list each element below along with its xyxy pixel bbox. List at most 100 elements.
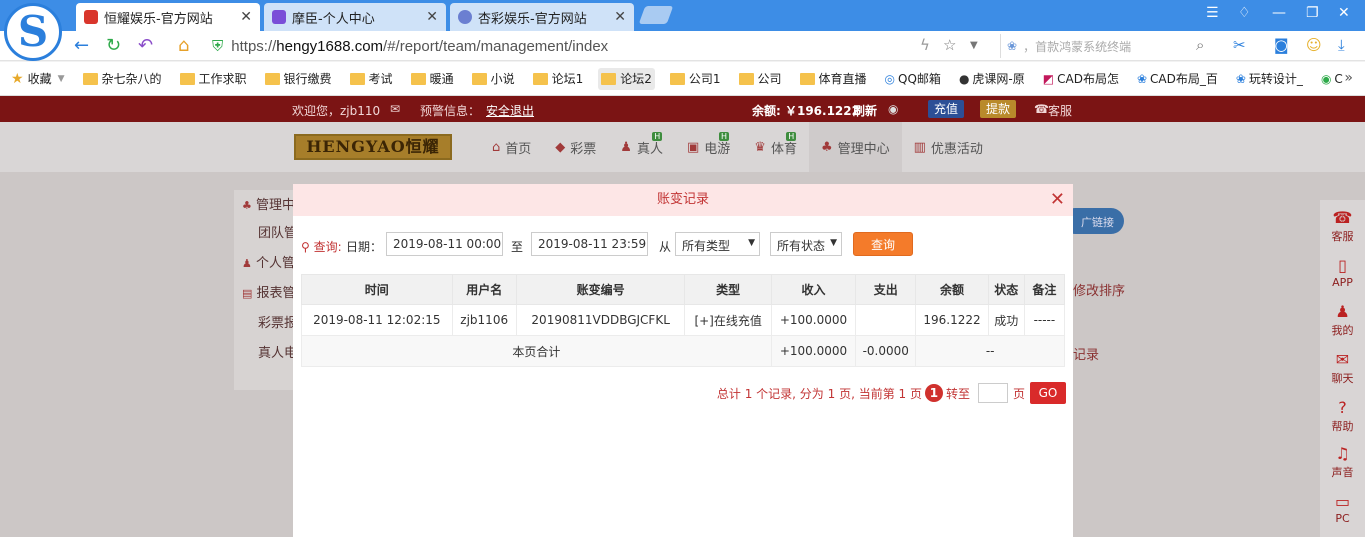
bookmark-folder[interactable]: 工作求职 xyxy=(177,68,250,90)
nav-sports[interactable]: ♛ 体育 H xyxy=(742,122,809,172)
sidebar-item-lottery-report[interactable]: 彩票报 xyxy=(258,312,297,331)
record-link[interactable]: 记录 xyxy=(1073,344,1099,363)
tab-mochen[interactable]: 摩臣-个人中心 ✕ xyxy=(264,3,446,31)
home-icon[interactable]: ⌂ xyxy=(178,35,189,56)
live-icon: ♟ xyxy=(620,139,632,155)
date-to-input[interactable]: 2019-08-11 23:59 xyxy=(531,232,648,256)
rightbar-help[interactable]: ? 帮助 xyxy=(1320,398,1365,434)
page-number-input[interactable] xyxy=(977,383,1008,403)
screenshot-icon[interactable]: ◙ xyxy=(1274,36,1289,54)
summary-expense: -0.0000 xyxy=(855,335,917,367)
search-icon[interactable]: ⌕ xyxy=(1196,36,1204,54)
bookmark-folder[interactable]: 论坛1 xyxy=(530,68,587,90)
withdraw-button[interactable]: 提款 xyxy=(980,100,1017,118)
logout-link[interactable]: 安全退出 xyxy=(486,102,534,119)
reload-icon[interactable]: ↻ xyxy=(106,35,121,56)
folder-icon xyxy=(738,72,754,85)
nav-management[interactable]: ♣ 管理中心 xyxy=(808,122,902,172)
sidebar-item-management[interactable]: ♣ 管理中 xyxy=(242,194,295,213)
status-select[interactable]: 所有状态 ▼ xyxy=(770,232,842,256)
rightbar-service[interactable]: ☎ 客服 xyxy=(1320,208,1365,244)
rightbar-app[interactable]: ▯ APP xyxy=(1320,256,1365,289)
bookmark-folder[interactable]: 公司1 xyxy=(667,68,724,90)
sound-icon: ♫ xyxy=(1335,444,1350,463)
sidebar-item-team[interactable]: 团队管 xyxy=(258,222,297,241)
qq-icon: ◎ xyxy=(884,71,896,86)
tab-title: 摩臣-个人中心 xyxy=(292,11,375,27)
new-tab-button[interactable] xyxy=(638,6,674,24)
bookmark-folder[interactable]: 公司 xyxy=(736,68,785,90)
tab-close-icon[interactable]: ✕ xyxy=(240,9,252,25)
recharge-button[interactable]: 充值 xyxy=(928,100,965,118)
sidebar-item-personal[interactable]: ♟ 个人管 xyxy=(242,252,295,271)
nav-promotions[interactable]: ▥ 优惠活动 xyxy=(902,122,995,172)
go-button[interactable]: GO xyxy=(1030,382,1066,404)
folder-icon xyxy=(532,72,548,85)
url-field[interactable]: ⛨ https://hengy1688.com/#/report/team/ma… xyxy=(212,34,992,58)
bookmark-star-icon[interactable]: ☆ xyxy=(943,36,956,54)
undo-icon[interactable]: ↶ xyxy=(138,35,153,56)
rightbar-chat[interactable]: ✉ 聊天 xyxy=(1320,350,1365,386)
browser-logo-icon[interactable]: S xyxy=(4,3,62,61)
mail-icon[interactable]: ✉ xyxy=(390,102,400,116)
col-user: 用户名 xyxy=(451,274,517,305)
menu-icon[interactable]: ☰ xyxy=(1206,5,1219,21)
type-select[interactable]: 所有类型 ▼ xyxy=(675,232,760,256)
rightbar-pc[interactable]: ▭ PC xyxy=(1320,492,1365,525)
refresh-link[interactable]: 刷新 xyxy=(853,102,877,119)
current-page-badge[interactable]: 1 xyxy=(924,384,943,402)
more-bookmarks-icon[interactable]: » xyxy=(1344,70,1353,86)
folder-icon xyxy=(799,72,815,85)
service-link[interactable]: 客服 xyxy=(1048,102,1072,119)
more-apps-icon[interactable]: ☺ xyxy=(1306,36,1322,54)
bookmark-design[interactable]: ❀ 玩转设计_ xyxy=(1233,68,1306,90)
bookmark-qqmail[interactable]: ◎ QQ邮箱 xyxy=(882,68,944,90)
scissors-icon[interactable]: ✂ xyxy=(1233,36,1246,54)
bookmark-folder[interactable]: 暖通 xyxy=(408,68,457,90)
nav-lottery[interactable]: ◆ 彩票 xyxy=(543,122,608,172)
back-icon[interactable]: ← xyxy=(74,35,89,56)
nav-live[interactable]: ♟ 真人 H xyxy=(608,122,675,172)
bookmark-folder[interactable]: 小说 xyxy=(469,68,518,90)
restore-icon[interactable]: ❐ xyxy=(1306,5,1319,21)
phone-icon: ▯ xyxy=(1338,256,1347,275)
close-icon[interactable]: ✕ xyxy=(1050,184,1065,216)
summary-row: 本页合计 +100.0000 -0.0000 -- xyxy=(301,335,1065,367)
bookmark-cad[interactable]: ◩ CAD布局怎 xyxy=(1040,68,1122,90)
lightning-icon[interactable]: ϟ xyxy=(920,36,930,54)
pagination: 总计 1 个记录, 分为 1 页, 当前第 1 页 1 转至 页 GO xyxy=(717,382,1066,404)
date-from-input[interactable]: 2019-08-11 00:00 xyxy=(386,232,503,256)
bookmark-folder[interactable]: 银行缴费 xyxy=(262,68,335,90)
download-icon[interactable]: ⤓ xyxy=(1338,36,1345,54)
bookmark-favorites[interactable]: ★ 收藏 ▼ xyxy=(8,68,68,90)
site-favicon-icon xyxy=(84,10,98,24)
bookmark-folder[interactable]: 考试 xyxy=(347,68,396,90)
bookmark-cad-baidu[interactable]: ❀ CAD布局_百 xyxy=(1134,68,1221,90)
bookmark-hukewang[interactable]: ● 虎课网-原 xyxy=(956,68,1028,90)
tab-hengyao[interactable]: 恒耀娱乐-官方网站 ✕ xyxy=(76,3,260,31)
tab-xingcai[interactable]: 杏彩娱乐-官方网站 ✕ xyxy=(450,3,634,31)
chevron-down-icon[interactable]: ▼ xyxy=(970,40,978,51)
bookmark-c[interactable]: ◉ C xyxy=(1318,68,1346,90)
bookmark-folder[interactable]: 论坛2 xyxy=(598,67,655,90)
query-button[interactable]: 查询 xyxy=(853,232,913,256)
tab-close-icon[interactable]: ✕ xyxy=(614,9,626,25)
minimize-icon[interactable]: — xyxy=(1272,5,1286,21)
rightbar-sound[interactable]: ♫ 声音 xyxy=(1320,444,1365,480)
eye-icon[interactable]: ◉ xyxy=(888,102,898,116)
rightbar-mine[interactable]: ♟ 我的 xyxy=(1320,302,1365,338)
close-window-icon[interactable]: ✕ xyxy=(1338,5,1350,21)
bookmark-folder[interactable]: 杂七杂八的 xyxy=(80,68,165,90)
tab-close-icon[interactable]: ✕ xyxy=(426,9,438,25)
modify-sort-link[interactable]: 修改排序 xyxy=(1073,280,1125,299)
nav-home[interactable]: ⌂ 首页 xyxy=(480,122,543,172)
sidebar-item-report[interactable]: ▤ 报表管 xyxy=(242,282,296,301)
nav-slots[interactable]: ▣ 电游 H xyxy=(675,122,742,172)
folder-icon xyxy=(601,72,617,85)
sidebar-item-live-report[interactable]: 真人电 xyxy=(258,342,297,361)
tab-title: 杏彩娱乐-官方网站 xyxy=(478,11,587,27)
bookmark-folder[interactable]: 体育直播 xyxy=(797,68,870,90)
site-logo[interactable]: HENGYAO恒耀 xyxy=(294,134,452,160)
skin-icon[interactable]: ♢ xyxy=(1238,5,1251,21)
search-input[interactable]: ❀ ，首款鸿蒙系统终端 xyxy=(1000,34,1216,58)
